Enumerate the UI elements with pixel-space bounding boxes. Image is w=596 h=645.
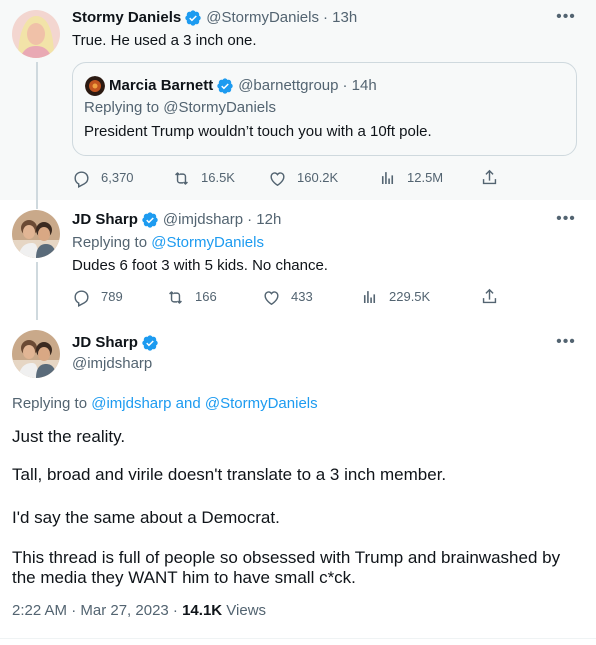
tweet-paragraph: Just the reality.	[12, 427, 126, 446]
views-icon	[363, 290, 376, 303]
views-label: Views	[226, 602, 267, 619]
verified-icon	[141, 334, 159, 352]
replying-and: and	[175, 395, 201, 412]
replying-prefix: Replying to	[84, 99, 160, 116]
quote-time: · 14h	[342, 77, 377, 94]
verified-icon	[184, 9, 202, 27]
avatar[interactable]	[12, 10, 60, 58]
replying-to: Replying to @StormyDaniels	[72, 233, 264, 253]
author-name[interactable]: JD Sharp	[72, 210, 138, 230]
retweet-button[interactable]: 16.5K	[172, 168, 235, 188]
tweet-time[interactable]: · 13h	[323, 8, 357, 28]
views-button[interactable]: 229.5K	[360, 287, 430, 307]
replying-prefix: Replying to	[12, 395, 88, 412]
thread-line	[36, 62, 38, 200]
like-button[interactable]: 433	[262, 287, 313, 307]
retweet-icon	[169, 290, 182, 304]
author-handle[interactable]: @StormyDaniels	[206, 8, 319, 28]
tweet-header: Stormy Daniels @StormyDaniels · 13h	[72, 8, 357, 28]
reply-button[interactable]: 6,370	[72, 168, 134, 188]
tweet-paragraph: the media they WANT him to have small c*…	[12, 568, 356, 587]
replying-handle-link[interactable]: @StormyDaniels	[205, 395, 318, 412]
avatar[interactable]	[12, 210, 60, 258]
like-icon	[264, 290, 279, 305]
verified-icon	[216, 77, 234, 95]
retweet-icon	[175, 171, 188, 185]
replying-handle-link[interactable]: @imjdsharp	[91, 395, 171, 412]
views-count: 14.1K	[182, 602, 223, 619]
author-name[interactable]: Stormy Daniels	[72, 8, 181, 28]
replying-to: Replying to @imjdsharp and @StormyDaniel…	[12, 394, 318, 414]
tweet-actions: 6,370 16.5K 160.2K 12.5M	[72, 168, 502, 188]
quoted-tweet[interactable]: Marcia Barnett @barnettgroup · 14h Reply…	[72, 62, 577, 156]
reply-button[interactable]: 789	[72, 287, 123, 307]
tweet-text: True. He used a 3 inch one.	[72, 32, 257, 49]
share-icon	[482, 169, 497, 185]
author-handle[interactable]: @imjdsharp	[163, 210, 243, 230]
tweet-text: Dudes 6 foot 3 with 5 kids. No chance.	[72, 257, 328, 274]
replying-prefix: Replying to	[72, 234, 148, 251]
replying-handle: @StormyDaniels	[163, 99, 276, 116]
tweet-stormy[interactable]: Stormy Daniels @StormyDaniels · 13h ••• …	[0, 0, 596, 200]
quote-author-name: Marcia Barnett	[109, 77, 214, 94]
tweet-paragraph: Tall, broad and virile doesn't translate…	[12, 465, 447, 484]
quote-replying-to: Replying to @StormyDaniels	[84, 98, 276, 118]
more-icon[interactable]: •••	[556, 9, 576, 30]
share-button[interactable]	[480, 287, 509, 306]
like-button[interactable]: 160.2K	[268, 168, 338, 188]
author-name[interactable]: JD Sharp	[72, 333, 138, 353]
like-count: 433	[291, 289, 313, 304]
tweet-actions: 789 166 433 229.5K	[72, 287, 502, 307]
like-icon	[270, 171, 285, 186]
quote-author-handle: @barnettgroup	[238, 77, 339, 94]
share-icon	[482, 288, 497, 304]
tweet-time[interactable]: · 12h	[247, 210, 281, 230]
views-button[interactable]: 12.5M	[378, 168, 443, 188]
tweet-header: JD Sharp	[72, 333, 159, 353]
tweet-meta: 2:22 AM · Mar 27, 2023 · 14.1K Views	[12, 601, 266, 621]
like-count: 160.2K	[297, 170, 339, 185]
more-icon[interactable]: •••	[556, 211, 576, 232]
more-icon[interactable]: •••	[556, 334, 576, 355]
verified-icon	[141, 211, 159, 229]
retweet-count: 16.5K	[201, 170, 235, 185]
retweet-button[interactable]: 166	[166, 287, 217, 307]
quote-text: President Trump wouldn’t touch you with …	[84, 123, 432, 140]
views-count: 229.5K	[389, 289, 431, 304]
reply-count: 6,370	[101, 170, 134, 185]
divider	[0, 638, 596, 639]
replying-handle-link[interactable]: @StormyDaniels	[151, 234, 264, 251]
retweet-count: 166	[195, 289, 217, 304]
share-button[interactable]	[480, 168, 509, 187]
author-handle[interactable]: @imjdsharp	[72, 354, 152, 374]
views-icon	[381, 171, 394, 184]
thread-line	[36, 262, 38, 320]
quote-header: Marcia Barnett @barnettgroup · 14h	[109, 76, 377, 96]
reply-icon	[74, 170, 89, 188]
tweet-timestamp[interactable]: 2:22 AM · Mar 27, 2023 ·	[12, 602, 178, 619]
reply-icon	[74, 289, 89, 307]
views-count: 12.5M	[407, 170, 444, 185]
quote-avatar	[85, 76, 105, 96]
avatar[interactable]	[12, 330, 60, 378]
thread-line	[36, 200, 38, 209]
tweet-paragraph: I'd say the same about a Democrat.	[12, 508, 280, 527]
reply-count: 789	[101, 289, 123, 304]
tweet-header: JD Sharp @imjdsharp · 12h	[72, 210, 281, 230]
tweet-paragraph: This thread is full of people so obsesse…	[12, 548, 561, 567]
